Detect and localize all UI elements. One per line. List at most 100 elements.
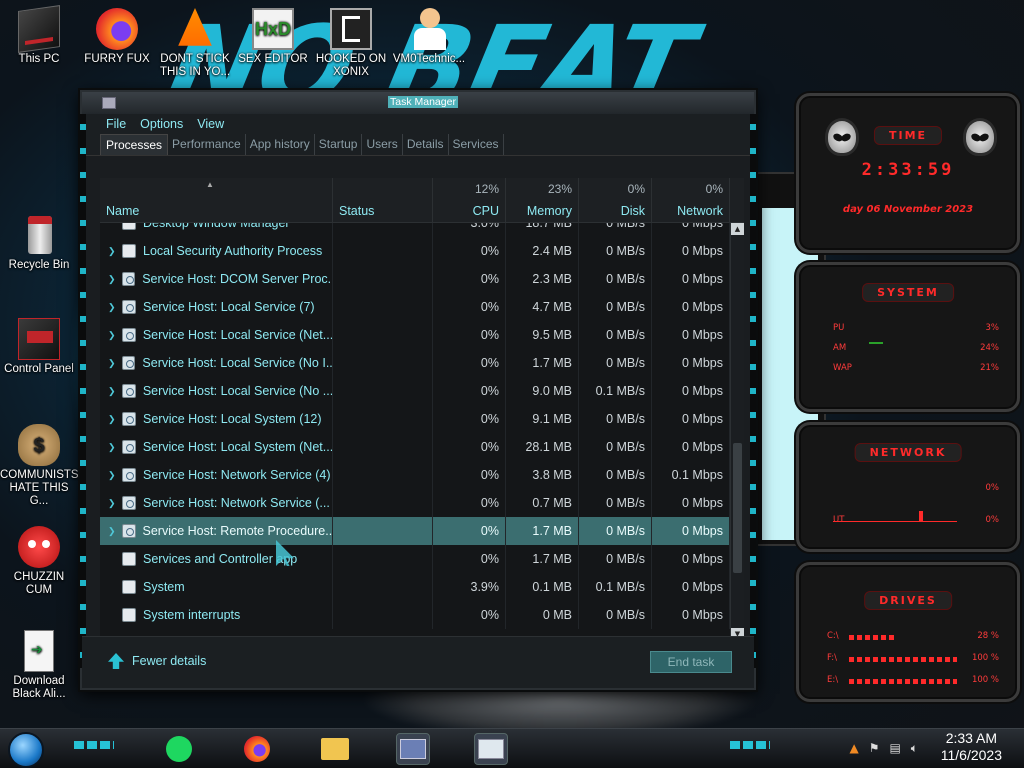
- taskbar-app-spotify[interactable]: [162, 733, 196, 765]
- chuzzle-icon: [18, 526, 60, 568]
- tab-services[interactable]: Services: [449, 134, 504, 155]
- desktop-icon-vm0technic[interactable]: VM0Technic...: [390, 8, 468, 66]
- table-row[interactable]: ❯ Service Host: Local Service (No I... 0% 1…: [100, 349, 730, 377]
- process-network-cell: 0 Mbps: [652, 517, 730, 545]
- table-row[interactable]: ❯ Service Host: Local Service (7) 0% 4.7 MB…: [100, 293, 730, 321]
- tab-processes[interactable]: Processes: [100, 134, 169, 155]
- task-manager-window[interactable]: Task Manager File Options View Processes…: [80, 90, 756, 690]
- menu-options[interactable]: Options: [140, 117, 183, 131]
- desktop-icon-hooked-on-xonix[interactable]: HOOKED ON XONIX: [312, 8, 390, 79]
- desktop-icon-chuzzin-cum[interactable]: CHUZZIN CUM: [0, 526, 78, 597]
- table-row[interactable]: ❯ Local Security Authority Process 0% 2.4 M…: [100, 237, 730, 265]
- table-row[interactable]: ❯ Service Host: Local Service (No ... 0% 9.…: [100, 377, 730, 405]
- desktop-icon-communists[interactable]: $ COMMUNISTS HATE THIS G...: [0, 424, 79, 508]
- window-icon: [122, 223, 136, 230]
- tab-app-history[interactable]: App history: [246, 134, 315, 155]
- expand-chevron-icon[interactable]: ❯: [108, 498, 122, 509]
- process-name: Desktop Window Manager: [143, 223, 290, 230]
- table-row[interactable]: ❯ Service Host: Remote Procedure... 0% 1.7 …: [100, 517, 730, 545]
- menu-view[interactable]: View: [197, 117, 224, 131]
- column-header-memory[interactable]: 23% Memory: [506, 178, 579, 222]
- column-header-cpu[interactable]: 12% CPU: [433, 178, 506, 222]
- table-row[interactable]: Desktop Window Manager 3.0% 18.7 MB 0 MB/s 0…: [100, 223, 730, 237]
- title-bar[interactable]: Task Manager: [82, 92, 754, 114]
- desktop-icon-this-pc[interactable]: This PC: [0, 5, 78, 66]
- process-name: Services and Controller app: [143, 552, 298, 566]
- column-header-status[interactable]: Status: [333, 178, 433, 222]
- taskbar-app-task-manager[interactable]: [474, 733, 508, 765]
- taskbar-clock[interactable]: 2:33 AM 11/6/2023: [941, 730, 1002, 764]
- process-network-cell: 0 Mbps: [652, 349, 730, 377]
- hxd-icon: HxD: [252, 8, 294, 50]
- process-name-cell: ❯ Service Host: Local System (Net...: [100, 433, 333, 461]
- column-header-network[interactable]: 0% Network: [652, 178, 730, 222]
- scroll-up-icon[interactable]: ▲: [731, 223, 744, 235]
- volume-icon[interactable]: 🔈︎: [911, 741, 918, 756]
- process-network-cell: 0 Mbps: [652, 433, 730, 461]
- taskbar-app-file-explorer[interactable]: [318, 733, 352, 765]
- net-out-graph: [833, 521, 957, 522]
- fewer-details-button[interactable]: Fewer details: [108, 653, 206, 669]
- gear-icon: [122, 300, 136, 314]
- process-list: Desktop Window Manager 3.0% 18.7 MB 0 MB/s 0…: [100, 223, 730, 640]
- process-status-cell: [333, 517, 433, 545]
- expand-chevron-icon[interactable]: ❯: [108, 470, 122, 481]
- tab-startup[interactable]: Startup: [315, 134, 363, 155]
- process-name: Service Host: Remote Procedure...: [142, 524, 332, 538]
- desktop-icon-download-black-ali[interactable]: ➔ Download Black Ali...: [0, 630, 78, 701]
- menu-file[interactable]: File: [106, 117, 126, 131]
- vlc-icon: [178, 8, 212, 46]
- network-icon[interactable]: ▤: [889, 741, 900, 756]
- expand-chevron-icon[interactable]: ❯: [108, 302, 122, 313]
- drive-c-bar: [849, 635, 897, 640]
- desktop-icon-furry-fux[interactable]: FURRY FUX: [78, 8, 156, 66]
- table-row[interactable]: ❯ Service Host: Network Service (... 0% 0.7…: [100, 489, 730, 517]
- process-memory-cell: 9.0 MB: [506, 377, 579, 405]
- expand-chevron-icon[interactable]: ❯: [108, 274, 122, 285]
- desktop-icon-control-panel[interactable]: Control Panel: [0, 318, 78, 376]
- flag-icon[interactable]: ⚑: [869, 741, 880, 756]
- process-network-cell: 0.1 Mbps: [652, 461, 730, 489]
- expand-chevron-icon[interactable]: ❯: [108, 442, 122, 453]
- vertical-scrollbar[interactable]: ▲ ▼: [730, 223, 744, 640]
- task-manager-app-icon: [102, 97, 116, 109]
- expand-chevron-icon[interactable]: ❯: [108, 526, 122, 537]
- column-header-name[interactable]: ▲ Name: [100, 178, 333, 222]
- desktop-icon-dont-stick[interactable]: DONT STICK THIS IN YO...: [156, 8, 234, 79]
- expand-chevron-icon[interactable]: ❯: [108, 386, 122, 397]
- process-network-cell: 0 Mbps: [652, 293, 730, 321]
- taskbar-app-firefox[interactable]: [240, 733, 274, 765]
- start-button[interactable]: [8, 732, 44, 768]
- expand-chevron-icon[interactable]: ❯: [108, 246, 122, 257]
- expand-chevron-icon[interactable]: ❯: [108, 358, 122, 369]
- process-cpu-cell: 0%: [433, 405, 506, 433]
- column-header-disk[interactable]: 0% Disk: [579, 178, 652, 222]
- process-name-cell: ❯ Local Security Authority Process: [100, 237, 333, 265]
- process-name: Service Host: Network Service (4): [143, 468, 331, 482]
- tab-users[interactable]: Users: [362, 134, 403, 155]
- scroll-thumb[interactable]: [733, 443, 742, 573]
- process-disk-cell: 0 MB/s: [579, 265, 652, 293]
- desktop-icon-sex-editor[interactable]: HxD SEX EDITOR: [234, 8, 312, 66]
- table-row[interactable]: Services and Controller app 0% 1.7 MB 0 MB/…: [100, 545, 730, 573]
- end-task-button[interactable]: End task: [650, 651, 732, 673]
- arrow-up-icon: [108, 653, 124, 669]
- expand-chevron-icon[interactable]: ❯: [108, 330, 122, 341]
- tab-performance[interactable]: Performance: [168, 134, 246, 155]
- table-row[interactable]: ❯ Service Host: Local Service (Net... 0% 9.…: [100, 321, 730, 349]
- table-row[interactable]: ❯ Service Host: Network Service (4) 0% 3.8 …: [100, 461, 730, 489]
- taskbar-app-control-panel[interactable]: [396, 733, 430, 765]
- table-row[interactable]: ❯ Service Host: Local System (Net... 0% 28.…: [100, 433, 730, 461]
- process-cpu-cell: 0%: [433, 265, 506, 293]
- table-row[interactable]: ❯ Service Host: Local System (12) 0% 9.1 MB…: [100, 405, 730, 433]
- table-row[interactable]: ❯ Service Host: DCOM Server Proc... 0% 2.3 …: [100, 265, 730, 293]
- expand-chevron-icon[interactable]: ❯: [108, 414, 122, 425]
- desktop-icon-recycle-bin[interactable]: Recycle Bin: [0, 214, 78, 272]
- process-name: Service Host: Local System (12): [143, 412, 322, 426]
- tray-app-icon[interactable]: ▲: [849, 741, 858, 756]
- tab-details[interactable]: Details: [403, 134, 449, 155]
- process-name: Service Host: Network Service (...: [143, 496, 330, 510]
- table-row[interactable]: System interrupts 0% 0 MB 0 MB/s 0 Mbps: [100, 601, 730, 629]
- window-icon: [122, 244, 136, 258]
- table-row[interactable]: System 3.9% 0.1 MB 0.1 MB/s 0 Mbps: [100, 573, 730, 601]
